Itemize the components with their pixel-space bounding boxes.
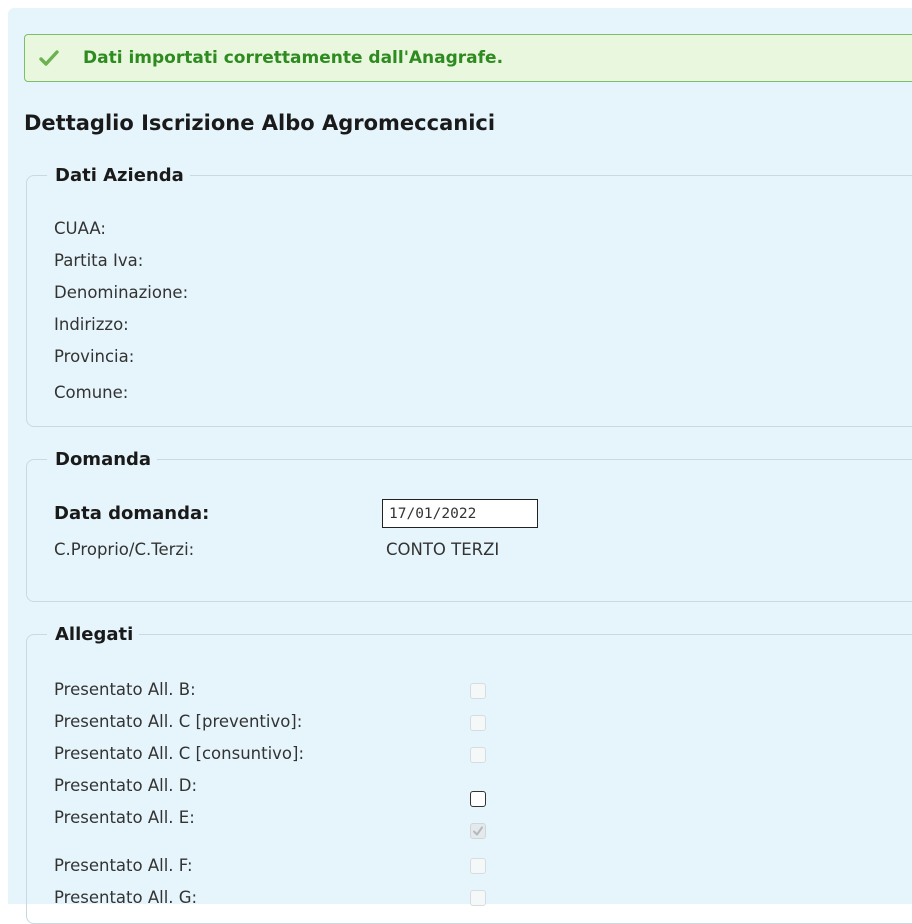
- domanda-legend: Domanda: [55, 449, 152, 470]
- allegato-f-checkbox[interactable]: [470, 858, 486, 874]
- checkmark-icon: [473, 826, 483, 836]
- allegato-g-label: Presentato All. G:: [54, 888, 198, 907]
- allegati-fieldset: Allegati: [26, 624, 912, 924]
- conto-value: CONTO TERZI: [386, 540, 500, 559]
- allegato-b-label: Presentato All. B:: [54, 680, 196, 699]
- partita-iva-label: Partita Iva:: [54, 251, 144, 270]
- data-domanda-label: Data domanda:: [54, 503, 210, 524]
- comune-label: Comune:: [54, 383, 129, 402]
- allegato-d-label: Presentato All. D:: [54, 776, 198, 795]
- data-domanda-input[interactable]: [382, 499, 538, 528]
- allegato-c-consuntivo-label: Presentato All. C [consuntivo]:: [54, 744, 305, 763]
- allegato-f-label: Presentato All. F:: [54, 856, 193, 875]
- provincia-label: Provincia:: [54, 347, 135, 366]
- indirizzo-label: Indirizzo:: [54, 315, 129, 334]
- conto-label: C.Proprio/C.Terzi:: [54, 540, 195, 559]
- allegato-e-label: Presentato All. E:: [54, 808, 195, 827]
- check-icon: [39, 49, 69, 67]
- allegato-d-checkbox[interactable]: [470, 791, 486, 807]
- allegato-e-checkbox[interactable]: [470, 823, 486, 839]
- allegato-c-preventivo-label: Presentato All. C [preventivo]:: [54, 712, 303, 731]
- denominazione-label: Denominazione:: [54, 283, 189, 302]
- page-title: Dettaglio Iscrizione Albo Agromeccanici: [24, 111, 496, 135]
- allegati-legend: Allegati: [55, 624, 134, 645]
- azienda-legend: Dati Azienda: [55, 165, 184, 186]
- cuaa-label: CUAA:: [54, 219, 106, 238]
- alert-message: Dati importati correttamente dall'Anagra…: [83, 48, 504, 68]
- allegato-c-consuntivo-checkbox[interactable]: [470, 747, 486, 763]
- success-alert: Dati importati correttamente dall'Anagra…: [24, 34, 912, 82]
- allegato-b-checkbox[interactable]: [470, 683, 486, 699]
- allegato-c-preventivo-checkbox[interactable]: [470, 715, 486, 731]
